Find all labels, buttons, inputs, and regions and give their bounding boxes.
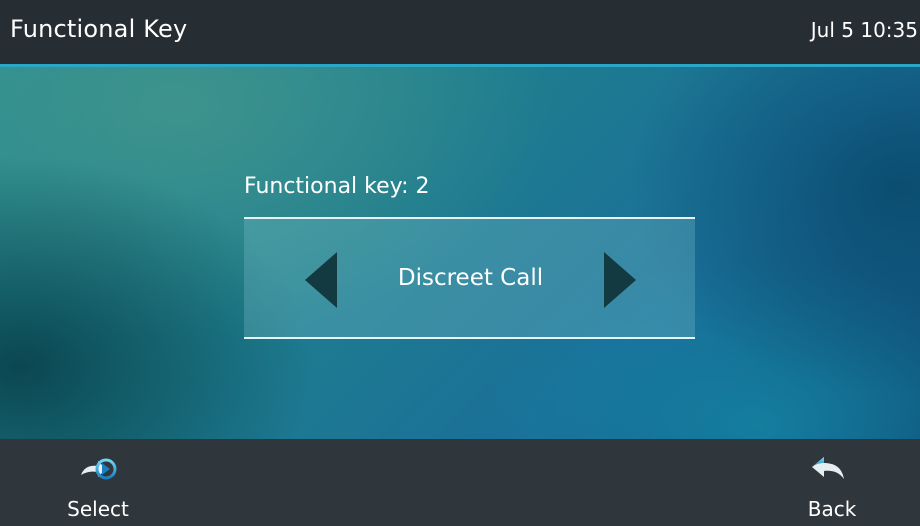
back-arrow-icon <box>808 451 848 487</box>
back-softkey[interactable]: Back <box>772 439 892 526</box>
right-triangle-icon[interactable] <box>604 252 636 308</box>
softkey-bar: Select Back <box>0 439 920 526</box>
select-arrow-icon <box>78 451 118 487</box>
clock: Jul 5 10:35 <box>810 18 918 42</box>
status-bar: Functional Key Jul 5 10:35 <box>0 0 920 67</box>
page-title: Functional Key <box>10 15 188 43</box>
back-label: Back <box>807 497 857 521</box>
content-area: Functional key: 2 Discreet Call <box>0 67 920 439</box>
select-softkey[interactable]: Select <box>48 439 168 526</box>
field-label: Functional key: 2 <box>244 174 430 199</box>
phone-screen: Functional Key Jul 5 10:35 Functional ke… <box>0 0 920 526</box>
select-label: Select <box>67 497 129 521</box>
selected-value: Discreet Call <box>397 265 544 291</box>
left-triangle-icon[interactable] <box>305 252 337 308</box>
value-selector[interactable]: Discreet Call <box>244 217 695 339</box>
